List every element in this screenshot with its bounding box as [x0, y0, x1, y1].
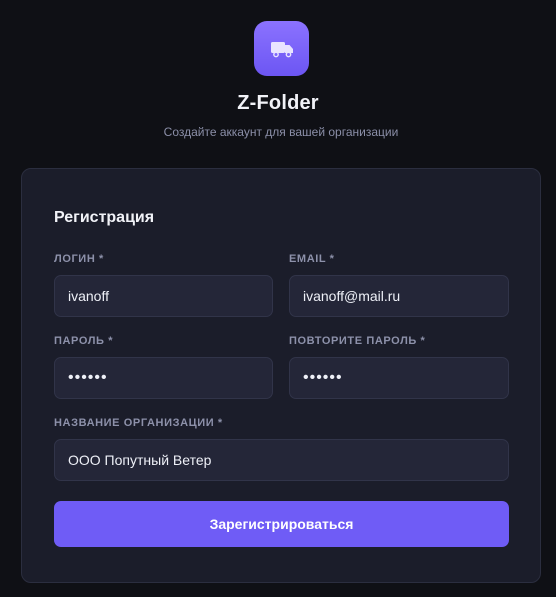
organization-label: НАЗВАНИЕ ОРГАНИЗАЦИИ * — [54, 417, 223, 429]
form-title: Регистрация — [54, 209, 155, 226]
registration-card: Регистрация ЛОГИН * EMAIL * ПАРОЛЬ * ПОВ… — [21, 168, 541, 583]
login-input[interactable] — [54, 275, 273, 317]
password-label: ПАРОЛЬ * — [54, 335, 114, 347]
app-subtitle: Создайте аккаунт для вашей организации — [163, 125, 399, 139]
register-button[interactable]: Зарегистрироваться — [54, 501, 509, 547]
app-title: Z-Folder — [237, 92, 319, 114]
organization-input[interactable] — [54, 439, 509, 481]
truck-icon — [270, 41, 293, 57]
app-logo — [254, 21, 309, 76]
email-label: EMAIL * — [289, 253, 335, 265]
registration-page: Z-Folder Создайте аккаунт для вашей орга… — [0, 0, 556, 597]
password-repeat-input[interactable] — [289, 357, 509, 399]
password-repeat-label: ПОВТОРИТЕ ПАРОЛЬ * — [289, 335, 426, 347]
email-input[interactable] — [289, 275, 509, 317]
login-label: ЛОГИН * — [54, 253, 104, 265]
password-input[interactable] — [54, 357, 273, 399]
